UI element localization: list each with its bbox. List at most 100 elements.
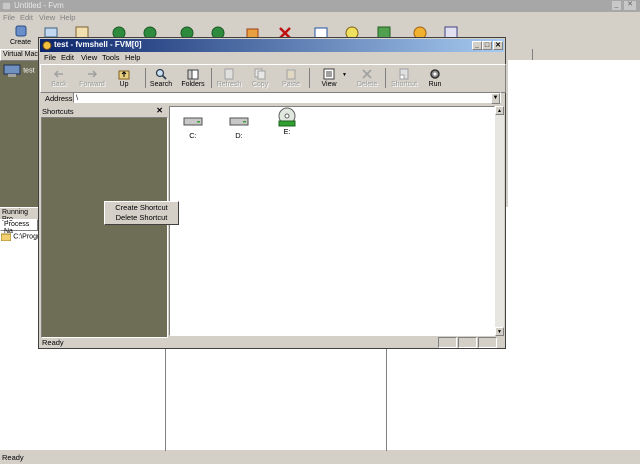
up-button[interactable]: Up bbox=[111, 66, 137, 91]
back-button[interactable]: Back bbox=[45, 66, 73, 91]
run-button[interactable]: Run bbox=[423, 66, 447, 91]
search-button[interactable]: Search bbox=[147, 66, 175, 91]
forward-button[interactable]: Forward bbox=[77, 66, 107, 91]
shortcuts-title: Shortcuts bbox=[42, 107, 74, 116]
window-menu-bar: File Edit View Tools Help bbox=[40, 52, 504, 63]
delete-button[interactable]: Delete bbox=[353, 66, 381, 91]
bg-right-pane bbox=[508, 60, 640, 208]
menu-file[interactable]: File bbox=[44, 53, 56, 62]
toolbar-separator bbox=[385, 68, 386, 88]
paste-icon bbox=[285, 68, 297, 80]
back-arrow-icon bbox=[53, 68, 65, 80]
run-gear-icon bbox=[429, 68, 441, 80]
process-item-label: C:\Progr bbox=[13, 233, 40, 241]
up-folder-icon bbox=[118, 68, 130, 80]
bg-window-title: Untitled - Fvm bbox=[14, 1, 64, 10]
vm-item-test[interactable]: test bbox=[3, 64, 35, 78]
shortcuts-panel[interactable] bbox=[41, 117, 168, 338]
process-name-column[interactable]: Process Na bbox=[0, 219, 38, 235]
bg-title-bar: Untitled - Fvm _ ✕ bbox=[0, 0, 640, 12]
drive-d-label: D: bbox=[235, 131, 243, 140]
bg-minimize-button[interactable]: _ bbox=[612, 1, 621, 10]
context-menu: Create Shortcut Delete Shortcut bbox=[104, 201, 179, 225]
close-button[interactable]: ✕ bbox=[493, 41, 503, 50]
file-list-pane[interactable]: C: D: E: bbox=[169, 106, 495, 336]
window-toolbar: Back Forward Up Search Folders Refresh C… bbox=[40, 64, 506, 93]
status-panel-1 bbox=[438, 337, 457, 348]
copy-button[interactable]: Copy bbox=[247, 66, 273, 91]
window-status-bar: Ready bbox=[40, 337, 504, 348]
folders-button[interactable]: Folders bbox=[178, 66, 208, 91]
vm-item-label: test bbox=[23, 67, 35, 75]
bg-menu-edit[interactable]: Edit bbox=[20, 13, 33, 22]
drive-c-label: C: bbox=[189, 131, 197, 140]
pane-divider-1 bbox=[165, 349, 166, 451]
copy-icon bbox=[254, 68, 266, 80]
minimize-button[interactable]: _ bbox=[472, 41, 482, 50]
view-dropdown-icon[interactable]: ▼ bbox=[342, 72, 347, 78]
cd-drive-icon bbox=[276, 107, 298, 127]
address-input[interactable]: \ ▼ bbox=[73, 92, 501, 104]
virtual-machines-header: Virtual Mac bbox=[0, 49, 40, 61]
status-panel-2 bbox=[458, 337, 477, 348]
toolbar-separator bbox=[309, 68, 310, 88]
bg-menu-view[interactable]: View bbox=[39, 13, 55, 22]
shortcuts-close-icon[interactable]: ✕ bbox=[156, 106, 163, 115]
app-icon bbox=[2, 2, 11, 10]
toolbar-separator bbox=[145, 68, 146, 88]
bg-menu-file[interactable]: File bbox=[3, 13, 15, 22]
status-panel-3 bbox=[478, 337, 497, 348]
bg-menu-bar: File Edit View Help bbox=[0, 12, 640, 23]
shortcuts-header: Shortcuts ✕ bbox=[41, 106, 167, 116]
drive-c[interactable]: C: bbox=[178, 115, 208, 140]
process-list-item[interactable]: C:\Progr bbox=[1, 232, 39, 241]
create-icon bbox=[14, 25, 28, 38]
paste-button[interactable]: Paste bbox=[277, 66, 305, 91]
window-title: test - fvmshell - FVM[0] bbox=[54, 40, 142, 49]
maximize-button[interactable]: □ bbox=[482, 41, 492, 50]
create-label: Create bbox=[10, 39, 32, 46]
create-button[interactable]: Create bbox=[8, 24, 34, 48]
search-icon bbox=[155, 68, 167, 80]
refresh-button[interactable]: Refresh bbox=[213, 66, 245, 91]
create-shortcut-menu-item[interactable]: Create Shortcut bbox=[105, 203, 178, 213]
delete-icon bbox=[361, 68, 373, 80]
bg-close-button[interactable]: ✕ bbox=[624, 1, 636, 10]
view-button[interactable]: View ▼ bbox=[313, 66, 347, 91]
folder-icon bbox=[1, 233, 11, 241]
refresh-icon bbox=[223, 68, 235, 80]
shell-app-icon bbox=[42, 41, 52, 50]
delete-shortcut-menu-item[interactable]: Delete Shortcut bbox=[105, 213, 178, 223]
bg-status-bar: Ready bbox=[0, 451, 640, 464]
menu-view[interactable]: View bbox=[81, 53, 97, 62]
window-title-bar[interactable]: test - fvmshell - FVM[0] _ □ ✕ bbox=[40, 39, 504, 52]
virtual-machines-label: Virtual Mac bbox=[3, 51, 38, 58]
address-bar: Address \ ▼ bbox=[40, 92, 504, 105]
hard-drive-icon bbox=[182, 115, 204, 131]
vertical-scrollbar[interactable]: ▲ ▼ bbox=[495, 106, 504, 336]
folders-icon bbox=[187, 68, 199, 80]
bg-right-header bbox=[508, 49, 640, 60]
address-value: \ bbox=[76, 93, 79, 102]
forward-arrow-icon bbox=[86, 68, 98, 80]
menu-help[interactable]: Help bbox=[125, 53, 140, 62]
menu-tools[interactable]: Tools bbox=[102, 53, 120, 62]
toolbar-separator bbox=[211, 68, 212, 88]
running-processes-header: Running Pro bbox=[0, 208, 38, 223]
fvmshell-window: test - fvmshell - FVM[0] _ □ ✕ File Edit… bbox=[38, 37, 506, 349]
hard-drive-icon bbox=[228, 115, 250, 131]
window-status-text: Ready bbox=[42, 338, 64, 347]
scroll-up-button[interactable]: ▲ bbox=[495, 106, 504, 115]
bg-status-text: Ready bbox=[2, 453, 24, 462]
pane-divider-2 bbox=[386, 349, 387, 451]
address-dropdown-button[interactable]: ▼ bbox=[491, 93, 500, 104]
bg-menu-help[interactable]: Help bbox=[60, 13, 75, 22]
menu-edit[interactable]: Edit bbox=[61, 53, 74, 62]
shortcut-icon bbox=[398, 68, 410, 80]
shortcut-button[interactable]: Shortcut bbox=[387, 66, 421, 91]
scroll-down-button[interactable]: ▼ bbox=[495, 327, 504, 336]
drive-e[interactable]: E: bbox=[272, 107, 302, 136]
drive-d[interactable]: D: bbox=[224, 115, 254, 140]
view-icon bbox=[323, 68, 335, 80]
vm-computer-icon bbox=[3, 64, 21, 78]
